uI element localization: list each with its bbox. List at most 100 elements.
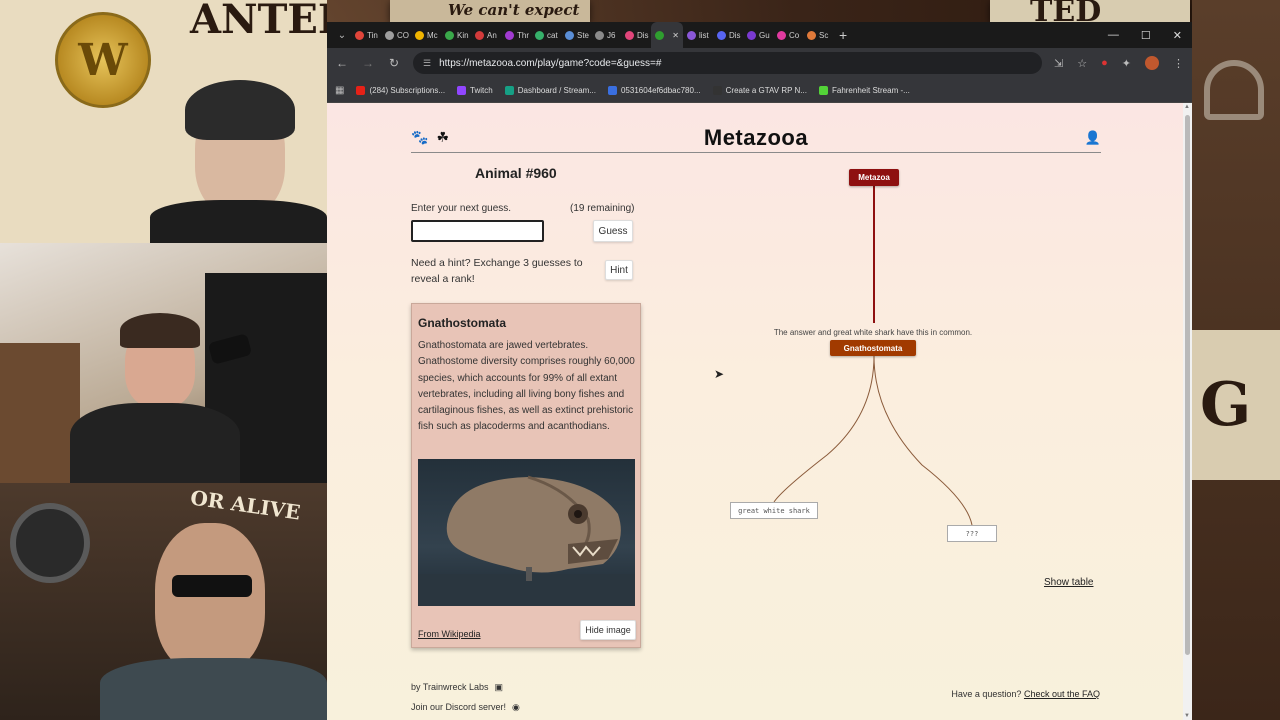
extensions-icon[interactable]: ✦ <box>1122 57 1131 70</box>
hint-button[interactable]: Hint <box>605 260 633 280</box>
browser-tab[interactable]: Dis <box>713 22 743 48</box>
scroll-down-icon[interactable]: ▼ <box>1184 713 1190 719</box>
install-icon[interactable]: ⇲ <box>1054 57 1063 70</box>
guess-input[interactable] <box>411 220 544 242</box>
tree-node-clade[interactable]: Gnathostomata <box>830 340 916 356</box>
tab-favicon-icon <box>777 30 786 40</box>
streamer-hair <box>120 313 200 348</box>
bookmark-label: (284) Subscriptions... <box>369 85 446 95</box>
minimize-icon[interactable]: — <box>1108 29 1119 42</box>
branch-clade-to-guess <box>773 355 875 503</box>
browser-tab[interactable]: Tin <box>351 22 381 48</box>
back-icon[interactable]: ← <box>335 56 349 70</box>
show-table-link[interactable]: Show table <box>1044 577 1093 588</box>
browser-tab[interactable]: list <box>683 22 713 48</box>
tab-favicon-icon <box>747 30 756 40</box>
site-info-icon[interactable]: ☰ <box>423 58 431 69</box>
site-header: 🐾 ☘ Metazooa 👤 <box>411 121 1101 153</box>
tab-label: Gu <box>759 30 770 40</box>
close-tab-icon[interactable]: ✕ <box>672 31 679 40</box>
tree-leaf-answer: ??? <box>947 525 997 542</box>
browser-tab[interactable]: Mc <box>411 22 441 48</box>
guess-button[interactable]: Guess <box>593 220 633 242</box>
browser-tab[interactable]: Ste <box>561 22 591 48</box>
browser-tab[interactable]: Dis <box>621 22 651 48</box>
site-logo: Metazooa <box>703 125 809 150</box>
bookmark-item[interactable]: 0531604ef6dbac780... <box>607 85 701 95</box>
avatar-shirt-2 <box>100 658 327 720</box>
reload-icon[interactable]: ↻ <box>387 56 401 70</box>
bookmark-label: Dashboard / Stream... <box>517 85 596 95</box>
browser-tab[interactable]: CO <box>381 22 411 48</box>
tab-label: Dis <box>637 30 649 40</box>
browser-tab[interactable]: Co <box>773 22 803 48</box>
url-bar[interactable]: ☰ https://metazooa.com/play/game?code=&g… <box>413 52 1043 74</box>
discord-text[interactable]: Join our Discord server! <box>411 697 506 717</box>
tab-label: Sc <box>819 30 829 40</box>
browser-window: ⌄ Tin CO Mc Kin An Thr cat Ste J6 Dis ✕ list Dis Gu Co… <box>327 22 1192 720</box>
extension-badge-icon[interactable]: ● <box>1101 57 1108 69</box>
browser-tab[interactable]: Kin <box>441 22 471 48</box>
browser-tab[interactable]: Gu <box>743 22 773 48</box>
tab-search-icon[interactable]: ⌄ <box>333 30 351 41</box>
forward-icon[interactable]: → <box>361 56 375 70</box>
film-reel <box>10 503 90 583</box>
tab-favicon-icon <box>687 30 696 40</box>
tab-label: Thr <box>517 30 529 40</box>
menu-icon[interactable]: ⋮ <box>1173 57 1184 70</box>
browser-tab[interactable]: ✕ <box>651 22 683 48</box>
guesses-remaining: (19 remaining) <box>570 203 635 214</box>
bookmark-item[interactable]: (284) Subscriptions... <box>356 85 446 95</box>
discord-icon[interactable]: ◉ <box>512 697 520 717</box>
tree-node-root[interactable]: Metazoa <box>849 169 899 186</box>
streamer-shirt <box>70 403 240 483</box>
branch-clade-to-answer <box>873 355 973 526</box>
new-tab-icon[interactable]: + <box>839 27 847 43</box>
user-icon[interactable]: 👤 <box>1085 130 1101 146</box>
tab-label: list <box>699 30 709 40</box>
wikipedia-link[interactable]: From Wikipedia <box>418 629 481 639</box>
tab-label: Tin <box>367 30 378 40</box>
bookmark-item[interactable]: Twitch <box>457 85 493 95</box>
common-ancestor-note: The answer and great white shark have th… <box>773 328 973 337</box>
tab-favicon-icon <box>625 30 634 40</box>
browser-tab[interactable]: Sc <box>803 22 833 48</box>
close-window-icon[interactable]: ✕ <box>1173 29 1182 42</box>
faq-link[interactable]: Check out the FAQ <box>1024 689 1100 699</box>
bookmark-label: Twitch <box>470 85 493 95</box>
bookmark-favicon-icon <box>457 85 467 95</box>
profile-avatar[interactable] <box>1145 56 1159 70</box>
bookmark-item[interactable]: Dashboard / Stream... <box>504 85 596 95</box>
page-scrollbar[interactable]: ▲ ▼ <box>1183 103 1192 720</box>
tab-favicon-icon <box>595 30 604 40</box>
apps-grid-icon[interactable]: ▦ <box>335 85 344 96</box>
tab-favicon-icon <box>535 30 544 40</box>
tab-label: Ste <box>577 30 590 40</box>
bookmark-item[interactable]: Fahrenheit Stream -... <box>818 85 910 95</box>
scroll-thumb[interactable] <box>1185 115 1190 655</box>
tab-label: cat <box>547 30 558 40</box>
tab-favicon-icon <box>415 30 424 40</box>
clade-info-card: Gnathostomata Gnathostomata are jawed ve… <box>411 303 641 648</box>
hide-image-button[interactable]: Hide image <box>580 620 636 640</box>
trainwreck-logo-icon[interactable]: ▣ <box>495 677 504 697</box>
scroll-up-icon[interactable]: ▲ <box>1184 104 1190 110</box>
browser-tab[interactable]: cat <box>531 22 561 48</box>
wanted-poster-right: TED <box>990 0 1190 29</box>
browser-tab[interactable]: An <box>471 22 501 48</box>
bookmark-star-icon[interactable]: ☆ <box>1077 57 1087 70</box>
vtuber-avatar-panel: ANTED W <box>0 0 327 243</box>
faq-question: Have a question? <box>951 689 1022 699</box>
browser-tab[interactable]: J6 <box>591 22 621 48</box>
sign-board: We can't expect <box>390 0 590 22</box>
tab-favicon-icon <box>655 30 664 40</box>
page-viewport: 🐾 ☘ Metazooa 👤 Animal #960 Enter your ne… <box>327 103 1183 720</box>
credit-row: by Trainwreck Labs ▣ <box>411 677 520 697</box>
poster-text: ANTED <box>190 0 327 43</box>
tree-leaf-guess[interactable]: great white shark <box>730 502 818 519</box>
bookmark-item[interactable]: Create a GTAV RP N... <box>712 85 807 95</box>
browser-tab[interactable]: Thr <box>501 22 531 48</box>
maximize-icon[interactable]: ☐ <box>1141 29 1151 42</box>
avatar-face-2 <box>155 523 265 673</box>
right-overlay-decoration: G <box>1192 0 1280 720</box>
